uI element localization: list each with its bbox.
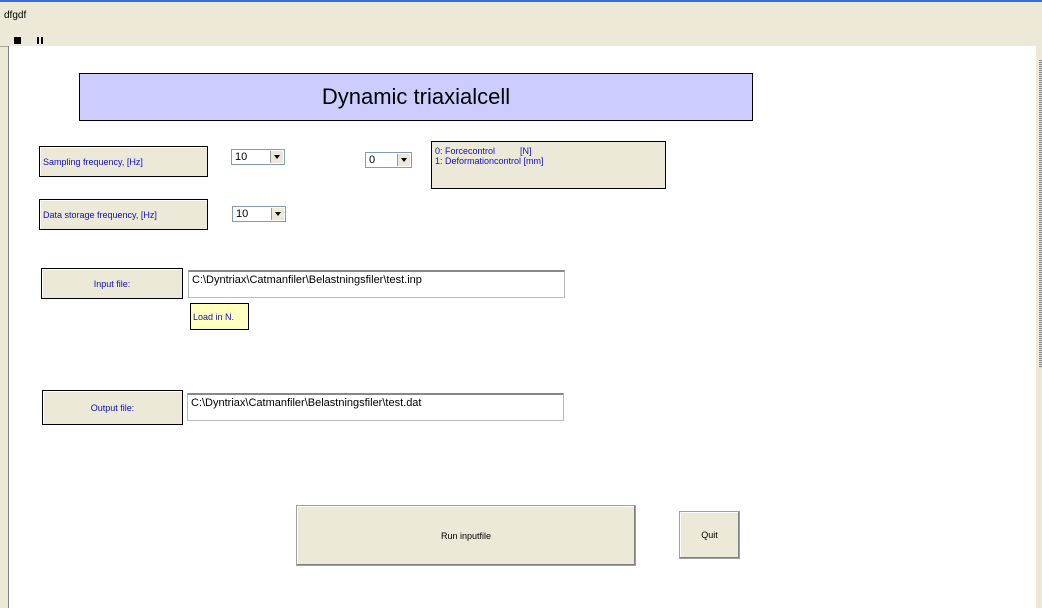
- window-title: dfgdf: [4, 10, 27, 21]
- window-title-bar: dfgdf: [0, 2, 1042, 26]
- sampling-frequency-select[interactable]: 10: [231, 149, 285, 165]
- output-file-label: Output file:: [42, 390, 183, 425]
- output-file-field[interactable]: C:\Dyntriax\Catmanfiler\Belastningsfiler…: [187, 393, 564, 421]
- run-inputfile-button[interactable]: Run inputfile: [296, 505, 636, 566]
- page-title: Dynamic triaxialcell: [79, 73, 753, 121]
- pause-icon[interactable]: [37, 37, 44, 44]
- chevron-down-icon[interactable]: [271, 208, 284, 220]
- data-storage-frequency-select[interactable]: 10: [232, 206, 286, 222]
- sampling-frequency-value: 10: [235, 151, 248, 163]
- input-file-field[interactable]: C:\Dyntriax\Catmanfiler\Belastningsfiler…: [188, 270, 565, 298]
- mode-option-deformation: 1: Deformationcontrol [mm]: [435, 156, 544, 166]
- quit-button[interactable]: Quit: [679, 511, 740, 559]
- sampling-frequency-label: Sampling frequency, [Hz]: [39, 146, 208, 177]
- input-file-label: Input file:: [41, 268, 183, 299]
- mode-option-force: 0: Forcecontrol [N]: [435, 146, 532, 156]
- load-unit-note: Load in N.: [190, 303, 249, 330]
- data-storage-frequency-label: Data storage frequency, [Hz]: [39, 199, 208, 230]
- data-storage-frequency-value: 10: [236, 208, 249, 220]
- chevron-down-icon[interactable]: [270, 151, 283, 163]
- chevron-down-icon[interactable]: [397, 154, 410, 166]
- stop-icon[interactable]: [14, 37, 21, 44]
- run-toolbar: [0, 26, 1042, 47]
- control-mode-legend: 0: Forcecontrol [N] 1: Deformationcontro…: [431, 141, 666, 189]
- control-mode-select[interactable]: 0: [365, 152, 412, 168]
- control-mode-value: 0: [369, 154, 376, 166]
